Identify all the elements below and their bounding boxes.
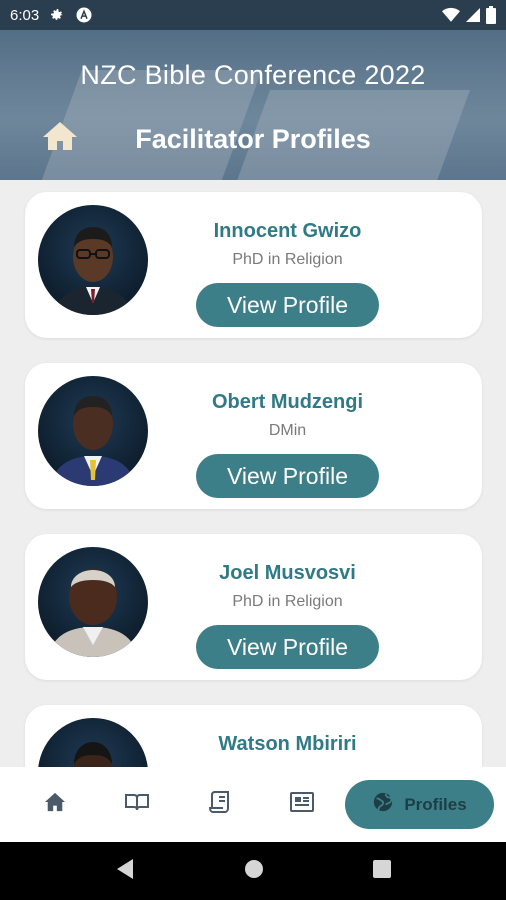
profile-degree: DMin <box>268 422 307 439</box>
profile-degree: PhD in Religion <box>232 251 343 268</box>
status-time: 6:03 <box>10 6 40 24</box>
nav-profiles[interactable]: Profiles <box>345 780 494 829</box>
signal-icon <box>466 7 480 23</box>
view-profile-button[interactable]: View Profile <box>196 625 379 669</box>
profile-name: Watson Mbiriri <box>218 733 357 755</box>
app-title: NZC Bible Conference 2022 <box>80 60 426 90</box>
profile-name: Joel Musvosvi <box>219 562 356 584</box>
scroll-icon <box>208 790 231 819</box>
profile-card: Joel Musvosvi PhD in Religion View Profi… <box>25 534 482 680</box>
bottom-navigation: Profiles <box>0 767 506 842</box>
profile-card: Obert Mudzengi DMin View Profile <box>25 363 482 509</box>
profile-degree: PhD in Religion <box>232 593 343 610</box>
home-icon <box>44 792 66 817</box>
page-title: Facilitator Profiles <box>135 124 371 154</box>
profile-name: Innocent Gwizo <box>213 220 362 242</box>
profile-card: Watson Mbiriri <box>25 705 482 767</box>
back-icon[interactable] <box>115 858 135 885</box>
nav-scroll[interactable] <box>182 767 257 842</box>
profile-card: Innocent Gwizo PhD in Religion View Prof… <box>25 192 482 338</box>
avatar <box>38 376 148 486</box>
nav-news[interactable] <box>264 767 339 842</box>
status-bar: 6:03 <box>0 0 506 30</box>
system-navigation-bar <box>0 842 506 900</box>
battery-icon <box>486 6 496 24</box>
view-profile-button[interactable]: View Profile <box>196 283 379 327</box>
nav-profiles-label: Profiles <box>404 794 467 814</box>
avatar <box>38 718 148 767</box>
avatar <box>38 547 148 657</box>
settings-icon <box>49 7 65 23</box>
nav-home[interactable] <box>17 767 92 842</box>
profile-list[interactable]: Innocent Gwizo PhD in Religion View Prof… <box>0 180 506 767</box>
wifi-icon <box>442 7 460 23</box>
book-icon <box>124 792 150 817</box>
app-header: NZC Bible Conference 2022 Facilitator Pr… <box>0 30 506 180</box>
view-profile-button[interactable]: View Profile <box>196 454 379 498</box>
a11y-icon <box>75 6 93 24</box>
nav-book[interactable] <box>99 767 174 842</box>
profile-name: Obert Mudzengi <box>211 391 364 413</box>
avatar <box>38 205 148 315</box>
globe-icon <box>372 791 394 818</box>
header-overlay <box>0 30 506 180</box>
recents-icon[interactable] <box>373 859 392 883</box>
news-icon <box>289 792 314 817</box>
home-circle-icon[interactable] <box>244 859 264 884</box>
